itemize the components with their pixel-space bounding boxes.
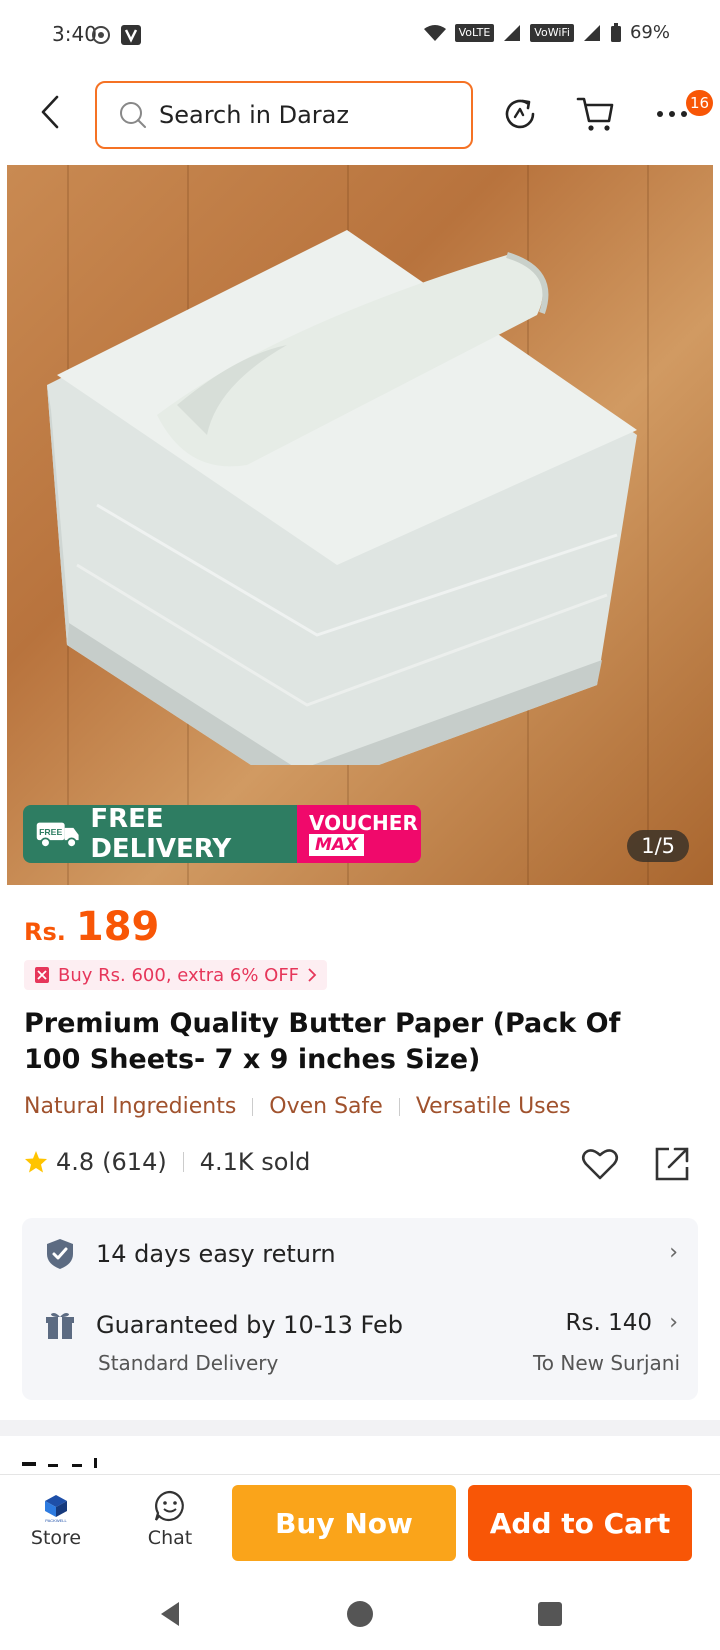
- promo-offer[interactable]: Buy Rs. 600, extra 6% OFF: [24, 960, 328, 990]
- product-photo-butter-paper: [47, 230, 637, 765]
- volte-badge: VoLTE: [454, 23, 495, 42]
- add-to-cart-button[interactable]: Add to Cart: [468, 1485, 692, 1561]
- shield-check-icon: [44, 1238, 76, 1270]
- sold-count: 4.1K sold: [199, 1148, 311, 1176]
- cart-button[interactable]: [574, 92, 618, 136]
- status-bar: 3:40 VoLTE VoWiFi 69%: [0, 0, 720, 70]
- nav-recents-icon: [538, 1602, 562, 1626]
- free-delivery-badge: FREE FREE DELIVERY: [23, 805, 297, 863]
- nav-home-button[interactable]: [340, 1594, 380, 1634]
- product-title: Premium Quality Butter Paper (Pack Of 10…: [24, 1008, 621, 1075]
- search-icon: [120, 102, 146, 128]
- free-delivery-voucher-banner: FREE FREE DELIVERY VOUCHER MAX: [23, 805, 421, 863]
- wishlist-button[interactable]: [578, 1142, 622, 1186]
- promo-text: Buy Rs. 600, extra 6% OFF: [58, 964, 300, 986]
- product-tags: Natural Ingredients Oven Safe Versatile …: [24, 1094, 571, 1119]
- share-button[interactable]: [650, 1142, 694, 1186]
- back-button[interactable]: [32, 90, 68, 134]
- price-currency: Rs.: [24, 918, 66, 946]
- rating-divider: [182, 1152, 184, 1172]
- refresh-history-icon: [505, 99, 535, 129]
- cart-icon: [576, 97, 614, 131]
- tag-divider: [252, 1097, 254, 1116]
- delivery-type: Standard Delivery: [98, 1351, 279, 1375]
- wifi-icon: [423, 24, 446, 41]
- store-logo-icon: PACKWELL: [45, 1495, 68, 1523]
- buy-now-button[interactable]: Buy Now: [232, 1485, 456, 1561]
- vowifi-badge: VoWiFi: [530, 23, 574, 42]
- battery-level: 69%: [629, 22, 670, 43]
- chevron-left-icon: [41, 95, 59, 129]
- chat-label: Chat: [147, 1527, 193, 1549]
- delivery-destination: To New Surjani: [532, 1351, 680, 1375]
- nav-home-icon: [347, 1601, 373, 1627]
- chat-icon: [154, 1490, 184, 1521]
- chevron-right-icon: ›: [669, 1240, 678, 1265]
- gift-box-icon: [44, 1310, 76, 1342]
- chrome-icon: [92, 26, 110, 44]
- price: Rs. 189: [24, 904, 159, 950]
- price-value: 189: [75, 904, 160, 950]
- status-system-icons: VoLTE VoWiFi 69%: [423, 22, 670, 43]
- next-section-peek: [22, 1444, 702, 1474]
- search-placeholder: Search in Daraz: [159, 101, 349, 129]
- nav-recents-button[interactable]: [530, 1594, 570, 1634]
- delivery-guarantee-text: Guaranteed by 10-13 Feb: [96, 1311, 404, 1339]
- rating-row[interactable]: 4.8 (614) 4.1K sold: [24, 1148, 310, 1176]
- delivery-truck-icon: FREE: [36, 822, 79, 848]
- tag-divider: [398, 1097, 400, 1116]
- status-time: 3:40: [52, 22, 97, 46]
- return-policy-text: 14 days easy return: [96, 1240, 336, 1268]
- search-input[interactable]: Search in Daraz: [95, 81, 473, 149]
- voucher-label: VOUCHER: [309, 811, 418, 835]
- bottom-action-bar: PACKWELL Store Chat Buy Now Add to Cart: [0, 1474, 720, 1574]
- delivery-fee: Rs. 140: [565, 1310, 653, 1336]
- top-bar: Search in Daraz 16: [0, 70, 720, 162]
- return-policy-row[interactable]: 14 days easy return ›: [22, 1218, 698, 1290]
- nav-back-icon: [161, 1602, 179, 1626]
- image-counter: 1/5: [627, 830, 689, 862]
- clipped-heading-fragment: [22, 1458, 97, 1468]
- chevron-right-icon: ›: [669, 1310, 678, 1335]
- battery-icon: [610, 22, 621, 42]
- free-delivery-label: FREE DELIVERY: [90, 805, 232, 863]
- status-notification-icons: [92, 24, 142, 46]
- store-logo-text: PACKWELL: [45, 1518, 67, 1523]
- chevron-right-icon: [308, 968, 317, 982]
- store-button[interactable]: PACKWELL Store: [16, 1489, 96, 1549]
- share-icon: [655, 1147, 689, 1181]
- truck-free-label: FREE: [39, 827, 62, 837]
- store-label: Store: [30, 1527, 82, 1549]
- more-dots-icon: [657, 111, 687, 117]
- history-button[interactable]: [498, 92, 542, 136]
- review-count: (614): [102, 1148, 167, 1176]
- chat-button[interactable]: Chat: [130, 1489, 210, 1549]
- tag-oven-safe: Oven Safe: [269, 1094, 383, 1119]
- heart-icon: [581, 1149, 619, 1180]
- coupon-icon: [35, 967, 49, 983]
- voucher-max-badge: VOUCHER MAX: [297, 805, 421, 863]
- signal-icon-2: [583, 24, 600, 41]
- section-divider: [0, 1420, 720, 1436]
- rating-value: 4.8: [56, 1148, 95, 1176]
- tag-versatile-uses: Versatile Uses: [415, 1094, 571, 1119]
- delivery-row[interactable]: Guaranteed by 10-13 Feb Standard Deliver…: [22, 1290, 698, 1400]
- voucher-max-label: MAX: [309, 834, 365, 856]
- more-notification-badge: 16: [686, 90, 714, 116]
- system-navigation-bar: [0, 1574, 720, 1650]
- signal-icon: [504, 24, 521, 41]
- tag-natural-ingredients: Natural Ingredients: [24, 1094, 237, 1119]
- star-icon: [25, 1151, 47, 1173]
- product-image-gallery[interactable]: FREE FREE DELIVERY VOUCHER MAX 1/5: [7, 165, 713, 885]
- nav-back-button[interactable]: [150, 1594, 190, 1634]
- v-app-icon: [121, 25, 141, 45]
- service-info-card: 14 days easy return › Guaranteed by 10-1…: [22, 1218, 698, 1400]
